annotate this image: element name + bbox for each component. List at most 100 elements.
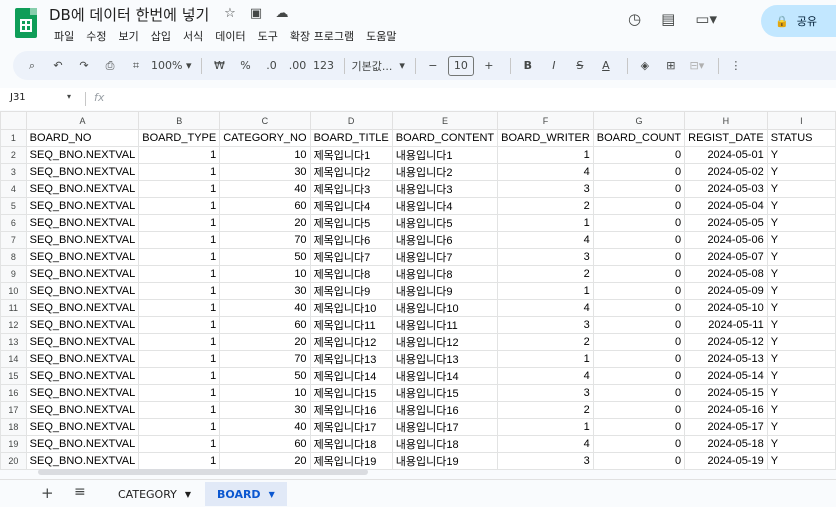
row-header[interactable]: 6 [0,214,27,232]
italic-icon[interactable]: I [543,56,565,76]
row-header[interactable]: 19 [0,435,27,453]
name-box-dropdown-icon[interactable]: ▾ [67,92,71,101]
menu-data[interactable]: 데이터 [209,26,251,46]
cell[interactable]: 1 [138,384,221,402]
cell[interactable]: 60 [219,435,311,453]
cell[interactable]: 제목입니다12 [309,333,393,351]
cell[interactable]: 제목입니다4 [309,197,393,215]
cell[interactable]: 30 [219,282,311,300]
cell[interactable]: 제목입니다11 [309,316,393,334]
cell[interactable]: 내용입니다19 [391,452,499,470]
cell[interactable]: Y [766,197,836,215]
cell[interactable]: 20 [219,214,311,232]
cell[interactable]: SEQ_BNO.NEXTVAL [25,282,140,300]
cell[interactable]: SEQ_BNO.NEXTVAL [25,384,140,402]
cell[interactable]: 내용입니다2 [391,163,499,181]
cell[interactable]: 제목입니다2 [309,163,393,181]
cell[interactable]: 내용입니다7 [391,248,499,266]
font-family-select[interactable]: 기본값... ▾ [351,56,404,76]
cell[interactable]: SEQ_BNO.NEXTVAL [25,435,140,453]
cell[interactable]: 0 [592,231,686,249]
cell[interactable]: 0 [592,163,686,181]
cell[interactable]: 2024-05-05 [684,214,768,232]
cell[interactable]: 내용입니다11 [391,316,499,334]
fill-color-icon[interactable]: ◈ [634,56,656,76]
sheets-logo-icon[interactable] [15,8,37,38]
bold-icon[interactable]: B [517,56,539,76]
cell[interactable]: 0 [592,265,686,283]
all-sheets-icon[interactable]: ≡ [74,484,86,500]
cell[interactable]: 내용입니다14 [391,367,499,385]
cell[interactable]: 내용입니다5 [391,214,499,232]
cell[interactable]: 0 [592,333,686,351]
cell[interactable]: Y [766,316,836,334]
cell[interactable]: Y [766,299,836,317]
cell[interactable]: 내용입니다4 [391,197,499,215]
row-header[interactable]: 13 [0,333,27,351]
cell[interactable]: 3 [497,248,594,266]
cell[interactable]: Y [766,333,836,351]
cell[interactable]: Y [766,367,836,385]
cell[interactable]: 제목입니다9 [309,282,393,300]
cell[interactable]: BOARD_WRITER [497,129,594,147]
cell[interactable]: 제목입니다14 [309,367,393,385]
column-header[interactable]: G [592,111,686,130]
cell[interactable]: Y [766,350,836,368]
cell[interactable]: 0 [592,197,686,215]
sheet-tab-board[interactable]: BOARD ▼ [205,482,287,506]
cell[interactable]: 내용입니다8 [391,265,499,283]
cell[interactable]: 2024-05-14 [684,367,768,385]
cell[interactable]: 0 [592,350,686,368]
cell[interactable]: 제목입니다17 [309,418,393,436]
row-header[interactable]: 8 [0,248,27,266]
cell[interactable]: 2024-05-01 [684,146,768,164]
cell[interactable]: 제목입니다15 [309,384,393,402]
cell[interactable]: 10 [219,384,311,402]
cell[interactable]: Y [766,401,836,419]
row-header[interactable]: 9 [0,265,27,283]
history-icon[interactable]: ◷ [628,10,641,28]
cell[interactable]: 0 [592,180,686,198]
cell[interactable]: 60 [219,316,311,334]
cell[interactable]: 제목입니다10 [309,299,393,317]
column-header[interactable]: B [138,111,221,130]
number-format-button[interactable]: 123 [312,56,334,76]
cell[interactable]: 20 [219,333,311,351]
meet-video-icon[interactable]: ▭▾ [695,10,717,28]
name-box[interactable]: J31 [10,92,26,103]
cell[interactable]: Y [766,163,836,181]
cell[interactable]: 1 [138,350,221,368]
cell[interactable]: Y [766,214,836,232]
cell[interactable]: 2024-05-12 [684,333,768,351]
cell[interactable]: SEQ_BNO.NEXTVAL [25,248,140,266]
cell[interactable]: 1 [497,214,594,232]
cell[interactable]: 내용입니다15 [391,384,499,402]
cell[interactable]: 1 [138,418,221,436]
column-header[interactable]: A [25,111,140,130]
cell[interactable]: 1 [138,435,221,453]
menu-insert[interactable]: 삽입 [145,26,177,46]
borders-icon[interactable]: ⊞ [660,56,682,76]
cell[interactable]: 1 [138,333,221,351]
cell[interactable]: 내용입니다16 [391,401,499,419]
cell[interactable]: 내용입니다6 [391,231,499,249]
cell[interactable]: 내용입니다1 [391,146,499,164]
cell[interactable]: 2024-05-16 [684,401,768,419]
cell[interactable]: SEQ_BNO.NEXTVAL [25,231,140,249]
row-header[interactable]: 18 [0,418,27,436]
menu-tools[interactable]: 도구 [252,26,284,46]
cell[interactable]: SEQ_BNO.NEXTVAL [25,333,140,351]
cell[interactable]: 20 [219,452,311,470]
percent-format-button[interactable]: % [234,56,256,76]
cell[interactable]: 4 [497,367,594,385]
cell[interactable]: 2024-05-09 [684,282,768,300]
cell[interactable]: 1 [138,180,221,198]
cell[interactable]: Y [766,435,836,453]
star-icon[interactable]: ☆ [222,6,238,21]
cell[interactable]: 1 [138,367,221,385]
row-header[interactable]: 15 [0,367,27,385]
cell[interactable]: Y [766,231,836,249]
cell[interactable]: 50 [219,367,311,385]
cell[interactable]: 60 [219,197,311,215]
row-header[interactable]: 4 [0,180,27,198]
